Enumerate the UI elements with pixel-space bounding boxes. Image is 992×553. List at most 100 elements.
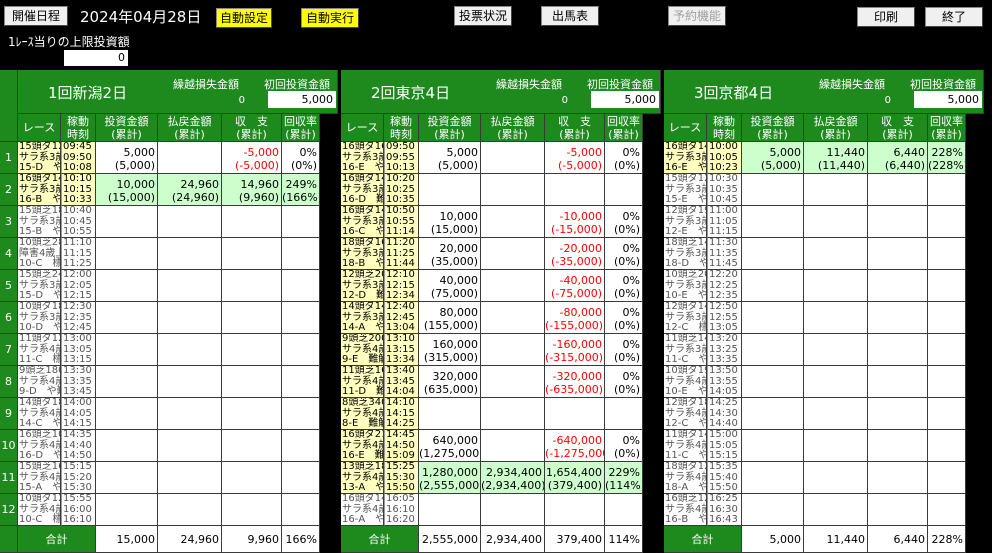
balance-cell [868, 494, 928, 526]
race-info-cell[interactable]: 10頭ダ1800 サラ系3歳 10-D や難 [18, 302, 61, 334]
vote-status-button[interactable]: 投票状況 [454, 6, 512, 26]
time-cell: 12:50 12:55 13:05 [707, 302, 742, 334]
time-cell: 12:40 12:45 13:04 [384, 302, 419, 334]
race-info-cell[interactable]: 16頭ダ1400 サラ系3歳 16-B や難 [18, 174, 61, 206]
race-info-cell[interactable]: 18頭芝1400 サラ系3歳 18-D や難 [664, 238, 707, 270]
payout-cell [481, 174, 545, 206]
rate-cell: 0% (0%) [282, 142, 320, 174]
rate-cell: 0% (0%) [605, 270, 643, 302]
race-info-cell[interactable]: 9頭芝2000 サラ系4歳上 9-E 難解 [341, 334, 384, 366]
time-cell: 16:05 16:10 16:20 [384, 494, 419, 526]
exit-button[interactable]: 終了 [925, 7, 983, 27]
payout-cell [481, 398, 545, 430]
time-cell: 12:20 12:25 12:35 [707, 270, 742, 302]
race-info-cell[interactable]: 18頭ダ1200 サラ系4歳上 18-A や難 [664, 462, 707, 494]
payout-cell: 11,440 (11,440) [804, 142, 868, 174]
rate-cell [928, 302, 966, 334]
race-info-cell[interactable]: 12頭ダ1900 サラ系3歳 12-E や難 [664, 206, 707, 238]
time-cell: 14:35 14:40 14:50 [61, 430, 96, 462]
payout-cell [481, 142, 545, 174]
race-info-cell[interactable]: 15頭芝1800 サラ系3歳 15-B や難 [18, 206, 61, 238]
race-info-cell[interactable]: 16頭ダ1600 サラ系3歳 16-E や難 [341, 142, 384, 174]
invest-cell [96, 302, 158, 334]
reservation-button[interactable]: 予約機能 [668, 6, 726, 26]
payout-cell [158, 334, 222, 366]
payout-cell [481, 270, 545, 302]
time-cell: 11:30 11:35 11:45 [707, 238, 742, 270]
time-cell: 11:00 11:05 11:15 [707, 206, 742, 238]
race-info-cell[interactable]: 12頭芝2000 サラ系3歳 12-D 難解 [341, 270, 384, 302]
invest-cell [96, 494, 158, 526]
time-col-header: 稼動 時刻 [707, 114, 742, 142]
payout-cell: 2,934,400 (2,934,400) [481, 462, 545, 494]
invest-col-header: 投資金額 (累計) [96, 114, 158, 142]
race-info-cell[interactable]: 13頭芝1800 サラ系4歳上 13-A や難 [341, 462, 384, 494]
first-invest-input[interactable]: 5,000 [591, 91, 659, 108]
race-info-cell[interactable]: 12頭ダ1400 サラ系3歳 12-C 標準 [664, 302, 707, 334]
venue-header-2: 2回東京4日 繰越損失金額 0 初回投資金額 5,000 [341, 70, 661, 114]
race-info-cell[interactable]: 12頭ダ1800 サラ系4歳上 12-C や難 [664, 398, 707, 430]
race-info-cell[interactable]: 18頭ダ1600 サラ系3歳 18-B や難 [341, 238, 384, 270]
race-info-cell[interactable]: 11頭芝1400 サラ系3歳 11-C や難 [664, 334, 707, 366]
race-info-cell[interactable]: 10頭芝2000 サラ系3歳 10-E や難 [664, 270, 707, 302]
race-info-cell[interactable]: 8頭芝3400 サラ系4歳上 8-E 難解 [341, 398, 384, 430]
balance-cell [868, 238, 928, 270]
race-info-cell[interactable]: 14頭ダ1800 サラ系4歳上 14-C や難 [18, 398, 61, 430]
payout-cell [158, 142, 222, 174]
race-info-cell[interactable]: 16頭ダ1400 サラ系3歳 16-D 難解 [341, 174, 384, 206]
race-info-cell[interactable]: 9頭芝1800 サラ系4歳上 9-D や難 [18, 366, 61, 398]
payout-cell [158, 270, 222, 302]
race-info-cell[interactable]: 16頭ダ2100 サラ系4歳上 16-E 難解 [341, 430, 384, 462]
race-info-cell[interactable]: 15頭ダ1200 サラ系3歳 15-E や難 [664, 174, 707, 206]
race-info-cell[interactable]: 14頭ダ1400 サラ系3歳 14-A や難 [341, 302, 384, 334]
payout-cell [481, 206, 545, 238]
payout-cell [804, 174, 868, 206]
entries-button[interactable]: 出馬表 [541, 6, 599, 26]
race-info-cell[interactable]: 16頭ダ1400 サラ系3歳 16-E や難 [664, 142, 707, 174]
auto-setting-button[interactable]: 自動設定 [216, 8, 272, 28]
limit-input[interactable]: 0 [64, 50, 128, 66]
race-info-cell[interactable]: 16頭ダ1400 サラ系4歳上 16-A や難 [341, 494, 384, 526]
total-label: 合計 [18, 526, 96, 553]
race-info-cell[interactable]: 11頭芝1600 サラ系4歳上 11-D 難解 [341, 366, 384, 398]
payout-cell [804, 302, 868, 334]
time-cell: 10:10 10:15 10:33 [61, 174, 96, 206]
race-info-cell[interactable]: 15頭芝2400 サラ系3歳 15-D や難 [18, 270, 61, 302]
rate-cell [928, 462, 966, 494]
balance-cell: 6,440 (6,440) [868, 142, 928, 174]
race-info-cell[interactable]: 10頭ダ1900 サラ系4歳上 10-E や難 [664, 366, 707, 398]
rate-cell [928, 366, 966, 398]
carry-loss-label: 繰越損失金額 [819, 78, 885, 91]
print-button[interactable]: 印刷 [857, 7, 915, 27]
race-info-cell[interactable]: 16頭ダ1400 サラ系3歳 16-C や難 [341, 206, 384, 238]
payout-cell [804, 238, 868, 270]
race-info-cell[interactable]: 15頭ダ1200 サラ系3歳 15-D や難 [18, 142, 61, 174]
payout-cell [158, 430, 222, 462]
race-info-cell[interactable]: 10頭ダ1200 サラ系4歳上 10-C 標準 [18, 494, 61, 526]
race-info-cell[interactable]: 11頭ダ1400 サラ系4歳上 11-C や難 [664, 430, 707, 462]
rate-cell [282, 238, 320, 270]
rate-cell [282, 430, 320, 462]
time-cell: 10:50 10:55 11:14 [384, 206, 419, 238]
first-invest-input[interactable]: 5,000 [914, 91, 982, 108]
schedule-button[interactable]: 開催日程 [4, 6, 68, 26]
rownum-header [0, 70, 18, 142]
invest-cell: 5,000 (5,000) [742, 142, 804, 174]
rate-col-header: 回収率 (累計) [605, 114, 643, 142]
invest-cell: 40,000 (75,000) [419, 270, 481, 302]
race-info-cell[interactable]: 16頭芝1000 サラ系4歳上 16-D や難 [18, 430, 61, 462]
race-number-4: 4 [0, 238, 18, 270]
balance-cell [222, 398, 282, 430]
race-info-cell[interactable]: 16頭芝1200 サラ系4歳上 16-B や難 [664, 494, 707, 526]
balance-cell [868, 430, 928, 462]
auto-run-button[interactable]: 自動実行 [301, 8, 359, 28]
race-info-cell[interactable]: 15頭芝1600 サラ系4歳上 15-A や難 [18, 462, 61, 494]
first-invest-input[interactable]: 5,000 [268, 91, 336, 108]
race-number-1: 1 [0, 142, 18, 174]
balance-cell: -40,000 (-75,000) [545, 270, 605, 302]
rate-cell [928, 238, 966, 270]
race-info-cell[interactable]: 11頭ダ1200 サラ系4歳上 11-C 標準 [18, 334, 61, 366]
race-col-header: レース [18, 114, 61, 142]
race-info-cell[interactable]: 10頭芝2890 障害4歳上 10-C 標準 [18, 238, 61, 270]
rate-cell [928, 206, 966, 238]
